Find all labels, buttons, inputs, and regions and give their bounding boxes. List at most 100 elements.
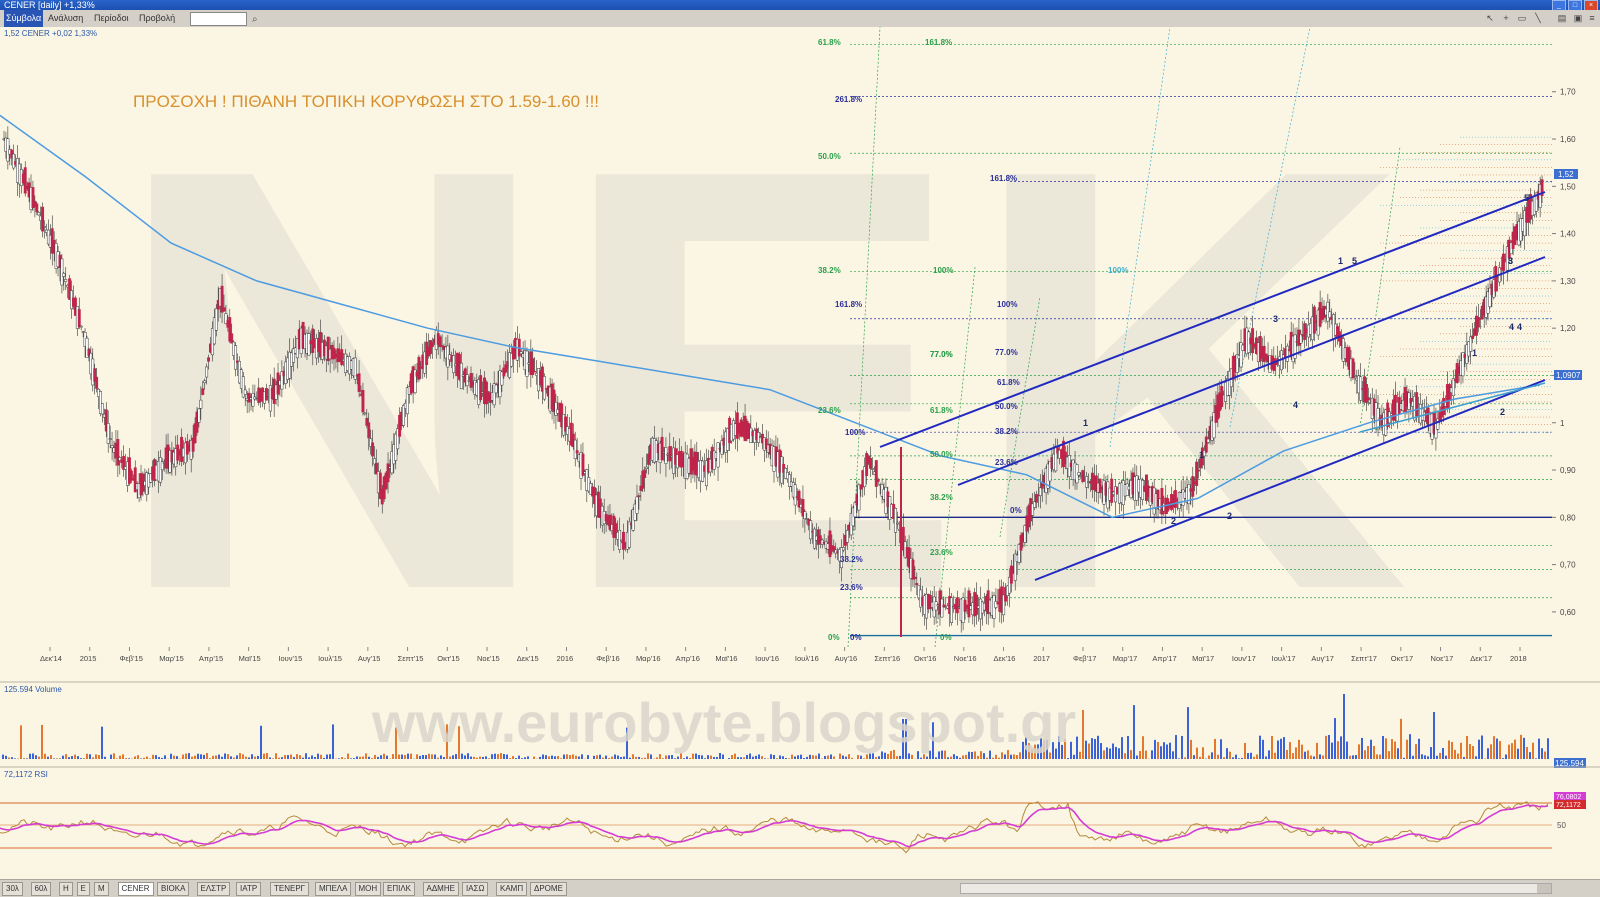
candle-body [968,591,970,617]
tab-επιλκ[interactable]: ΕΠΙΛΚ [383,882,415,896]
volume-bar [797,755,799,759]
volume-bar [65,754,67,759]
tab-δρομε[interactable]: ΔΡΟΜΕ [530,882,567,896]
wave-label: 2 [1171,516,1176,526]
price-tick-label: 1,40 [1560,230,1576,239]
volume-bar [59,758,61,759]
volume-bar [872,753,874,759]
volume-bar [290,755,292,759]
volume-bar [1406,740,1408,759]
symbol-search-input[interactable] [190,12,247,26]
volume-bar [710,756,712,759]
panel-icon[interactable]: ▣ [1572,12,1584,24]
tab-καμπ[interactable]: ΚΑΜΠ [496,882,527,896]
volume-bar [1403,758,1405,759]
wave-label: 1 [1338,256,1343,266]
volume-bar [689,758,691,759]
volume-bar [1346,742,1348,759]
volume-bar [47,757,49,759]
candle-body [1471,336,1473,339]
volume-bar [20,725,22,759]
tab-μοη[interactable]: ΜΟΗ [355,882,382,896]
fib-label: 38.2% [840,555,863,564]
tab-ελστρ[interactable]: ΕΛΣΤΡ [197,882,231,896]
chart-area[interactable]: NEK 61.8%161.8%261.8%50.0%161.8%38.2%100… [0,27,1600,879]
volume-bar [1268,750,1270,759]
date-tick-label: Αυγ'15 [358,654,381,663]
tab-βιοκα[interactable]: ΒΙΟΚΑ [157,882,189,896]
volume-bar [1124,753,1126,759]
candle-body [1495,266,1497,291]
tab-60λ[interactable]: 60λ [31,882,52,896]
tab-h[interactable]: H [59,882,73,896]
cursor-icon[interactable]: ↖ [1484,12,1496,24]
candle-body [532,359,534,375]
volume-bar [581,754,583,759]
candle-body [628,522,630,547]
volume-bar [1442,748,1444,759]
wave-label: 1 [1472,348,1477,358]
menu-item-analysis[interactable]: Ανάλυση [48,10,83,27]
candle-body [95,377,97,388]
candle-body [869,458,871,468]
candle-body [875,460,877,486]
volume-bar [218,755,220,759]
menu-item-periods[interactable]: Περίοδοι [94,10,129,27]
tab-αδμηε[interactable]: ΑΔΜΗΕ [423,882,459,896]
date-tick-label: Αυγ'16 [835,654,858,663]
volume-bar [1340,736,1342,759]
volume-bar [1328,735,1330,759]
menu-item-view[interactable]: Προβολή [139,10,175,27]
layout-icon[interactable]: ▤ [1556,12,1568,24]
volume-bar [575,756,577,759]
candle-body [543,376,545,399]
volume-bar [77,756,79,759]
volume-bar [800,755,802,759]
crosshair-icon[interactable]: + [1500,12,1512,24]
volume-bar [188,753,190,759]
volume-bar [8,757,10,759]
volume-bar [629,758,631,759]
tab-m[interactable]: M [94,882,109,896]
volume-bar [1352,755,1354,759]
tab-e[interactable]: E [77,882,90,896]
tab-cener[interactable]: CENER [118,882,154,896]
volume-bar [1241,758,1243,759]
volume-bar [11,757,13,759]
candle-body [38,212,40,215]
volume-bar [296,754,298,759]
tab-τενεργ[interactable]: ΤΕΝΕΡΓ [270,882,309,896]
volume-bar [302,758,304,759]
volume-bar [170,754,172,759]
volume-bar [269,757,271,759]
tab-ιασω[interactable]: ΙΑΣΩ [462,882,488,896]
settings-icon[interactable]: ≡ [1586,12,1598,24]
candle-body [638,496,640,497]
volume-bar [1016,755,1018,759]
volume-bar [1331,743,1333,759]
volume-bar [1430,747,1432,759]
volume-bar [32,753,34,759]
candle-body [207,358,209,362]
volume-bar [860,756,862,759]
scrollbar-thumb[interactable] [1537,884,1551,893]
fib-label: 161.8% [835,300,862,309]
menu-item-symbols[interactable]: Σύμβολα [4,10,43,27]
volume-bar [1325,736,1327,759]
tab-μπελα[interactable]: ΜΠΕΛΑ [315,882,351,896]
volume-bar [1451,742,1453,759]
volume-bar [23,758,25,759]
volume-bar [950,757,952,759]
line-tool-icon[interactable]: ╲ [1532,12,1544,24]
tab-30λ[interactable]: 30λ [2,882,23,896]
search-icon[interactable]: ⌕ [252,11,258,28]
candle-body [202,389,204,395]
rectangle-icon[interactable]: ▭ [1516,12,1528,24]
price-tick-label: 0,60 [1560,608,1576,617]
horizontal-scrollbar[interactable] [960,883,1552,894]
tab-ιατρ[interactable]: ΙΑΤΡ [236,882,261,896]
date-tick-label: Ιουλ'17 [1272,654,1296,663]
volume-bar [1199,757,1201,759]
volume-bar [731,755,733,759]
volume-bar [779,755,781,759]
